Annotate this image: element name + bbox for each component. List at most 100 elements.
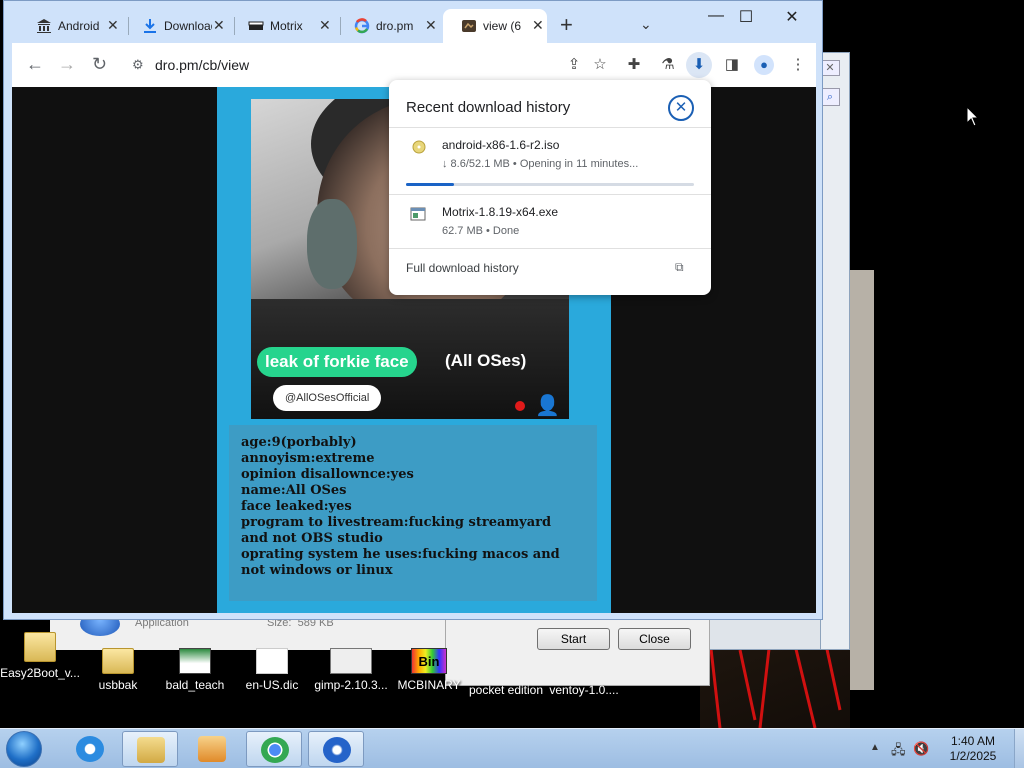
download-progress-bar <box>406 183 694 186</box>
desktop-icon-gimp[interactable]: gimp-2.10.3... <box>311 648 391 692</box>
taskbar-chrome[interactable] <box>246 731 302 767</box>
download-item-status: 62.7 MB • Done <box>442 225 520 237</box>
taskbar-media-player[interactable] <box>184 731 240 767</box>
tab-downloads[interactable]: Downloads ✕ <box>124 9 228 43</box>
close-icon[interactable]: ✕ <box>319 17 331 34</box>
network-icon[interactable]: 🖧 <box>891 741 906 763</box>
url-text[interactable]: dro.pm/cb/view <box>155 57 249 73</box>
tray-overflow-icon[interactable]: ▲ <box>870 742 880 753</box>
video-icon <box>462 20 476 32</box>
browser-icon <box>261 737 289 763</box>
tab-dro-pm[interactable]: dro.pm ✕ <box>336 9 440 43</box>
window-close-button[interactable]: ✕ <box>777 7 807 27</box>
internet-explorer-icon <box>76 736 104 762</box>
background-close-icon[interactable]: ✕ <box>820 60 840 76</box>
google-icon <box>354 18 370 34</box>
address-bar[interactable]: ⚙ dro.pm/cb/view <box>122 49 622 81</box>
info-line: name:All OSes <box>241 483 347 498</box>
minimize-button[interactable]: — <box>701 7 731 25</box>
download-item-name[interactable]: android-x86-1.6-r2.iso <box>442 138 559 152</box>
desktop-icon-easy2boot[interactable]: Easy2Boot_v... <box>0 632 80 680</box>
back-arrow-icon[interactable]: ← <box>26 54 44 75</box>
start-button[interactable]: Start <box>537 628 610 650</box>
close-icon[interactable]: ✕ <box>668 95 694 121</box>
close-icon[interactable]: ✕ <box>213 17 225 34</box>
close-icon[interactable]: ✕ <box>425 17 437 34</box>
taskbar-internet-explorer[interactable] <box>62 731 118 767</box>
download-item-name[interactable]: Motrix-1.8.19-x64.exe <box>442 205 558 219</box>
folder-icon <box>102 648 134 674</box>
media-player-icon <box>198 736 226 762</box>
background-window-edge <box>820 52 850 650</box>
info-box: age:9(porbably) annoyism:extreme opinion… <box>229 425 597 601</box>
new-tab-button[interactable]: + <box>560 14 573 36</box>
tab-motrix[interactable]: Motrix ✕ <box>230 9 334 43</box>
video-headphone <box>307 199 357 289</box>
divider <box>389 127 711 128</box>
wallpaper-red-lines <box>708 640 842 728</box>
download-item-status: ↓ 8.6/52.1 MB • Opening in 11 minutes... <box>442 158 639 170</box>
lab-flask-icon[interactable]: ⚗ <box>658 55 678 75</box>
open-external-icon[interactable]: ⧉ <box>675 260 684 275</box>
installer-icon <box>330 648 372 674</box>
channel-handle: @AllOSesOfficial <box>273 385 382 411</box>
caption-text: (All OSes) <box>445 351 527 370</box>
desktop-icon-bald-teach[interactable]: bald_teach <box>155 648 235 692</box>
mouse-cursor-icon <box>966 106 980 127</box>
forward-arrow-icon[interactable]: → <box>58 54 76 75</box>
profile-avatar-icon[interactable]: ● <box>754 55 774 75</box>
file-explorer-icon <box>137 737 165 763</box>
taskbar-motrix[interactable] <box>308 731 364 767</box>
show-desktop-button[interactable] <box>1014 729 1024 768</box>
close-button[interactable]: Close <box>618 628 691 650</box>
site-info-icon[interactable]: ⚙ <box>132 57 144 73</box>
info-line: opinion disallownce:yes <box>241 467 414 482</box>
tab-view[interactable]: view (6 ✕ <box>443 9 547 43</box>
tab-strip: Android ✕ Downloads ✕ Motrix ✕ dro.pm ✕ <box>4 1 822 43</box>
background-search-icon[interactable]: ⌕ <box>820 88 840 106</box>
folder-icon <box>24 632 56 662</box>
desktop-icon-ventoy[interactable]: ventoy-1.0.... <box>544 683 624 697</box>
download-progress-fill <box>406 183 454 186</box>
full-download-history-link[interactable]: Full download history <box>406 261 519 275</box>
reload-icon[interactable]: ↻ <box>92 54 107 75</box>
taskbar: ▲ 🖧 🔇 1:40 AM 1/2/2025 <box>0 728 1024 768</box>
downloads-icon[interactable]: ⬇ <box>686 52 712 78</box>
image-icon <box>179 648 211 674</box>
divider <box>389 194 711 195</box>
extensions-puzzle-icon[interactable]: ✚ <box>624 55 644 75</box>
bookmark-star-icon[interactable]: ☆ <box>590 55 610 75</box>
taskbar-explorer[interactable] <box>122 731 178 767</box>
info-line: not windows or linux <box>241 563 393 578</box>
museum-icon <box>37 19 51 33</box>
document-icon <box>256 648 288 674</box>
close-icon[interactable]: ✕ <box>107 17 119 34</box>
info-line: annoyism:extreme <box>241 451 375 466</box>
desktop-icon-mcbinary[interactable]: Bin MCBINARY <box>389 648 469 692</box>
system-clock[interactable]: 1:40 AM 1/2/2025 <box>938 734 1008 764</box>
menu-kebab-icon[interactable]: ⋮ <box>788 55 808 75</box>
start-button[interactable] <box>6 731 42 767</box>
divider <box>389 248 711 249</box>
side-panel-icon[interactable]: ◨ <box>722 55 742 75</box>
desktop-icon-pocket-edition[interactable]: pocket edition <box>466 683 546 697</box>
live-indicator-icon <box>515 401 525 411</box>
maximize-button[interactable]: ☐ <box>731 7 761 27</box>
bin-icon: Bin <box>411 648 447 674</box>
close-icon[interactable]: ✕ <box>532 17 544 34</box>
motrix-app-icon <box>323 737 351 763</box>
background-dialog-buttons: Start Close <box>445 612 710 686</box>
tab-android[interactable]: Android ✕ <box>18 9 122 43</box>
info-line: program to livestream:fucking streamyard <box>241 515 552 530</box>
download-icon <box>144 19 156 33</box>
share-icon[interactable]: ⇪ <box>564 55 584 75</box>
wallpaper-right <box>850 0 1024 728</box>
motrix-icon <box>248 21 264 30</box>
info-line: face leaked:yes <box>241 499 352 514</box>
tab-search-chevron-icon[interactable]: ⌄ <box>640 16 652 33</box>
info-line: oprating system he uses:fucking macos an… <box>241 547 560 562</box>
volume-muted-icon[interactable]: 🔇 <box>913 741 929 757</box>
desktop-icon-usbbak[interactable]: usbbak <box>78 648 158 692</box>
wallpaper-light-strip <box>850 270 874 690</box>
desktop-icon-en-us-dic[interactable]: en-US.dic <box>232 648 312 692</box>
